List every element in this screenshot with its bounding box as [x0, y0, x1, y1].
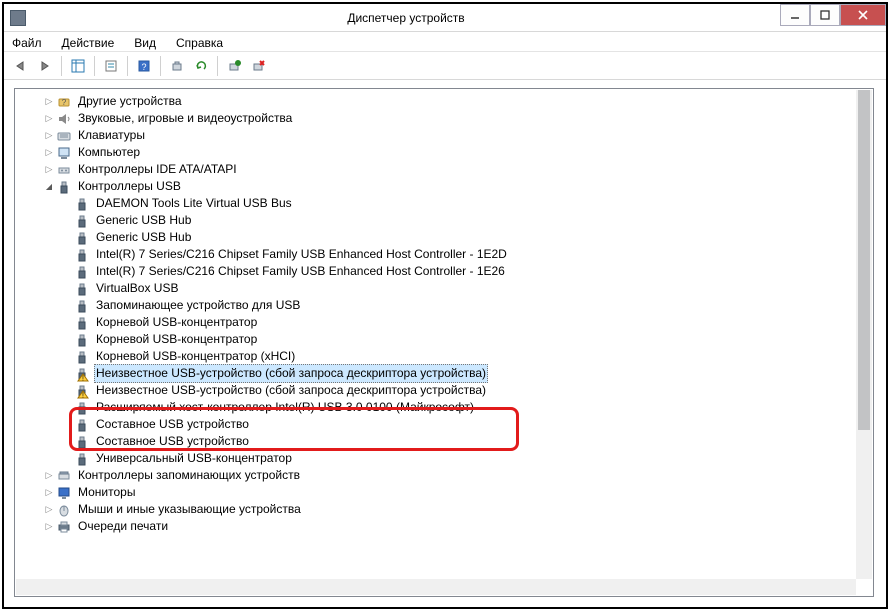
- usb-device-icon: [74, 451, 90, 467]
- tree-item[interactable]: Корневой USB-концентратор: [60, 314, 856, 331]
- window-title: Диспетчер устройств: [32, 11, 780, 25]
- tree-category[interactable]: Мониторы: [42, 484, 856, 501]
- usb-device-icon: [74, 247, 90, 263]
- tree-item[interactable]: Расширяемый хост-контроллер Intel(R) USB…: [60, 399, 856, 416]
- update-driver-button[interactable]: [190, 55, 212, 77]
- tree-category[interactable]: Контроллеры IDE ATA/ATAPI: [42, 161, 856, 178]
- tree-item[interactable]: Generic USB Hub: [60, 229, 856, 246]
- tree-item[interactable]: Generic USB Hub: [60, 212, 856, 229]
- svg-text:?: ?: [62, 98, 67, 107]
- computer-icon: [56, 145, 72, 161]
- chevron-down-icon[interactable]: [42, 178, 56, 195]
- tree-category[interactable]: Клавиатуры: [42, 127, 856, 144]
- tree-category-usb[interactable]: Контроллеры USB: [42, 178, 856, 195]
- chevron-right-icon[interactable]: [42, 144, 56, 161]
- usb-device-icon: [74, 349, 90, 365]
- forward-button[interactable]: [34, 55, 56, 77]
- menubar: Файл Действие Вид Справка: [4, 32, 886, 52]
- usb-device-icon: [74, 332, 90, 348]
- tree-item[interactable]: Составное USB устройство: [60, 416, 856, 433]
- monitor-icon: [56, 485, 72, 501]
- vertical-scrollbar[interactable]: [856, 90, 872, 579]
- tree-item[interactable]: Запоминающее устройство для USB: [60, 297, 856, 314]
- tree-category[interactable]: Контроллеры запоминающих устройств: [42, 467, 856, 484]
- tree-item[interactable]: Составное USB устройство: [60, 433, 856, 450]
- usb-icon: [56, 179, 72, 195]
- usb-device-icon: [74, 196, 90, 212]
- usb-device-warning-icon: !: [74, 383, 90, 399]
- usb-device-icon: [74, 298, 90, 314]
- tree-panel: ? Другие устройства Звуковые, игровые и …: [14, 88, 874, 597]
- tree-item[interactable]: Intel(R) 7 Series/C216 Chipset Family US…: [60, 263, 856, 280]
- chevron-right-icon[interactable]: [42, 93, 56, 110]
- tree-item[interactable]: Универсальный USB-концентратор: [60, 450, 856, 467]
- usb-device-icon: [74, 417, 90, 433]
- minimize-button[interactable]: [780, 4, 810, 26]
- chevron-right-icon[interactable]: [42, 501, 56, 518]
- show-hide-tree-button[interactable]: [67, 55, 89, 77]
- other-devices-icon: ?: [56, 94, 72, 110]
- menu-action[interactable]: Действие: [58, 34, 119, 51]
- chevron-right-icon[interactable]: [42, 467, 56, 484]
- chevron-right-icon[interactable]: [42, 161, 56, 178]
- svg-text:?: ?: [141, 62, 146, 72]
- tree-category[interactable]: Очереди печати: [42, 518, 856, 535]
- svg-text:!: !: [82, 375, 84, 382]
- usb-device-icon: [74, 230, 90, 246]
- close-button[interactable]: [840, 4, 886, 26]
- uninstall-device-button[interactable]: [247, 55, 269, 77]
- tree-item[interactable]: Корневой USB-концентратор: [60, 331, 856, 348]
- tree-category[interactable]: ? Другие устройства: [42, 93, 856, 110]
- tree-category[interactable]: Звуковые, игровые и видеоустройства: [42, 110, 856, 127]
- usb-device-warning-icon: !: [74, 366, 90, 382]
- menu-file[interactable]: Файл: [8, 34, 46, 51]
- maximize-button[interactable]: [810, 4, 840, 26]
- help-icon[interactable]: ?: [133, 55, 155, 77]
- window-frame: Диспетчер устройств Файл Действие Вид Сп…: [2, 2, 888, 609]
- enable-device-button[interactable]: [223, 55, 245, 77]
- audio-icon: [56, 111, 72, 127]
- tree-item[interactable]: VirtualBox USB: [60, 280, 856, 297]
- menu-view[interactable]: Вид: [130, 34, 160, 51]
- tree-item[interactable]: Intel(R) 7 Series/C216 Chipset Family US…: [60, 246, 856, 263]
- usb-device-icon: [74, 315, 90, 331]
- usb-device-icon: [74, 281, 90, 297]
- tree-item-unknown-selected[interactable]: !Неизвестное USB-устройство (сбой запрос…: [60, 365, 856, 382]
- chevron-right-icon[interactable]: [42, 484, 56, 501]
- storage-icon: [56, 468, 72, 484]
- scrollbar-thumb[interactable]: [858, 90, 870, 430]
- svg-text:!: !: [82, 392, 84, 399]
- back-button[interactable]: [10, 55, 32, 77]
- toolbar: ?: [4, 52, 886, 80]
- usb-device-icon: [74, 400, 90, 416]
- tree-category[interactable]: Мыши и иные указывающие устройства: [42, 501, 856, 518]
- usb-device-icon: [74, 213, 90, 229]
- keyboard-icon: [56, 128, 72, 144]
- usb-device-icon: [74, 434, 90, 450]
- horizontal-scrollbar[interactable]: [16, 579, 856, 595]
- chevron-right-icon[interactable]: [42, 127, 56, 144]
- app-icon: [10, 10, 26, 26]
- printer-icon: [56, 519, 72, 535]
- titlebar[interactable]: Диспетчер устройств: [4, 4, 886, 32]
- device-tree[interactable]: ? Другие устройства Звуковые, игровые и …: [16, 90, 856, 595]
- tree-category[interactable]: Компьютер: [42, 144, 856, 161]
- ide-icon: [56, 162, 72, 178]
- tree-item[interactable]: DAEMON Tools Lite Virtual USB Bus: [60, 195, 856, 212]
- menu-help[interactable]: Справка: [172, 34, 227, 51]
- tree-item[interactable]: Корневой USB-концентратор (xHCI): [60, 348, 856, 365]
- chevron-right-icon[interactable]: [42, 518, 56, 535]
- usb-device-icon: [74, 264, 90, 280]
- tree-item-unknown[interactable]: !Неизвестное USB-устройство (сбой запрос…: [60, 382, 856, 399]
- mouse-icon: [56, 502, 72, 518]
- scan-hardware-button[interactable]: [166, 55, 188, 77]
- properties-button[interactable]: [100, 55, 122, 77]
- content-area: ? Другие устройства Звуковые, игровые и …: [4, 82, 886, 607]
- chevron-right-icon[interactable]: [42, 110, 56, 127]
